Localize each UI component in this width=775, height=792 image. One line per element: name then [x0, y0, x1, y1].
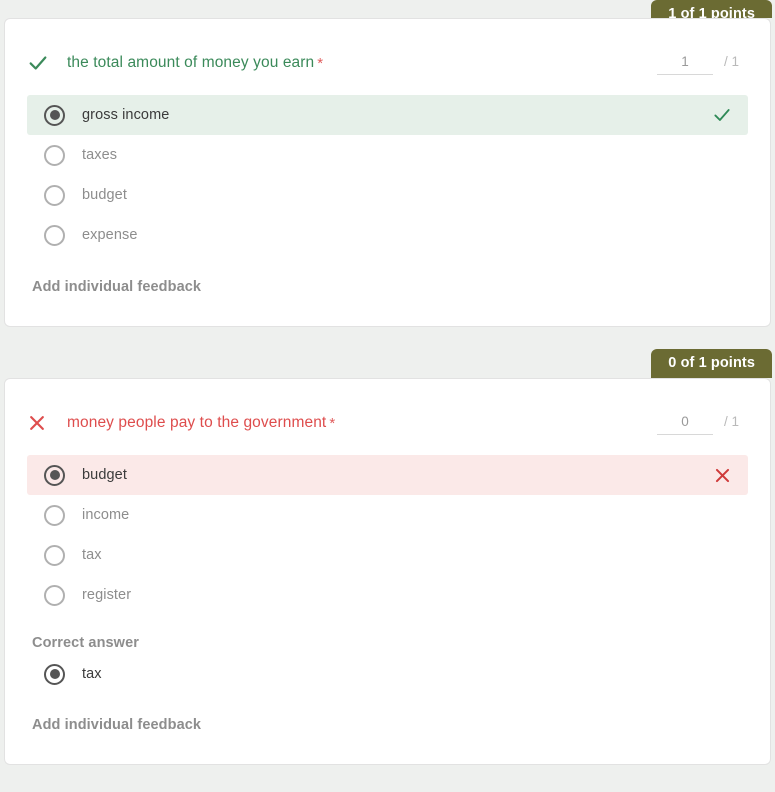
radio-button: [44, 663, 65, 685]
question-block-1: 1 of 1 points the total amount of money …: [0, 0, 775, 327]
option-row[interactable]: tax: [27, 535, 748, 575]
question-card-1: the total amount of money you earn * / 1…: [4, 18, 771, 327]
radio-button[interactable]: [44, 184, 65, 206]
option-label: expense: [82, 227, 138, 243]
points-badge-row-2: 0 of 1 points: [0, 345, 775, 378]
grading-page: 1 of 1 points the total amount of money …: [0, 0, 775, 792]
required-asterisk: *: [317, 54, 324, 72]
card-bottom-spacer: [27, 296, 748, 326]
options-list-1: gross income taxes budget expense: [27, 89, 748, 255]
card-bottom-spacer: [27, 734, 748, 764]
option-label: register: [82, 587, 132, 603]
option-row[interactable]: gross income: [27, 95, 748, 135]
option-label: tax: [82, 547, 102, 563]
check-icon: [27, 52, 53, 74]
question-block-2: 0 of 1 points money people pay to the go…: [0, 345, 775, 765]
option-label: gross income: [82, 107, 170, 123]
option-row[interactable]: taxes: [27, 135, 748, 175]
score-area-1: / 1: [656, 51, 748, 75]
question-text: money people pay to the government: [67, 414, 327, 431]
score-total: / 1: [723, 53, 739, 69]
score-area-2: / 1: [656, 411, 748, 435]
option-label: budget: [82, 187, 127, 203]
radio-button[interactable]: [44, 144, 65, 166]
option-label: income: [82, 507, 130, 523]
radio-button[interactable]: [44, 504, 65, 526]
option-row[interactable]: expense: [27, 215, 748, 255]
points-badge: 0 of 1 points: [651, 348, 772, 378]
correct-answer-section: Correct answer tax: [27, 615, 748, 693]
required-asterisk: *: [329, 414, 336, 432]
score-input[interactable]: [656, 51, 713, 75]
question-card-2: money people pay to the government * / 1…: [4, 378, 771, 765]
radio-button[interactable]: [44, 544, 65, 566]
option-row[interactable]: income: [27, 495, 748, 535]
correct-answer-label: tax: [82, 666, 102, 682]
option-label: budget: [82, 467, 127, 483]
add-individual-feedback-link[interactable]: Add individual feedback: [27, 693, 201, 733]
score-input[interactable]: [656, 411, 713, 435]
score-total: / 1: [723, 413, 739, 429]
question-header-2: money people pay to the government * / 1: [27, 379, 748, 449]
option-label: taxes: [82, 147, 118, 163]
radio-button[interactable]: [44, 224, 65, 246]
correct-answer-row: tax: [27, 655, 748, 693]
row-check-icon: [712, 105, 734, 125]
radio-button[interactable]: [44, 104, 65, 126]
points-badge: 1 of 1 points: [651, 0, 772, 18]
correct-answer-heading: Correct answer: [32, 635, 139, 651]
add-individual-feedback-link[interactable]: Add individual feedback: [27, 255, 201, 295]
option-row[interactable]: register: [27, 575, 748, 615]
options-list-2: budget income tax register: [27, 449, 748, 615]
radio-button[interactable]: [44, 584, 65, 606]
option-row[interactable]: budget: [27, 455, 748, 495]
question-header-1: the total amount of money you earn * / 1: [27, 19, 748, 89]
cross-icon: [27, 413, 53, 433]
question-text: the total amount of money you earn: [67, 54, 315, 71]
option-row[interactable]: budget: [27, 175, 748, 215]
points-badge-row-1: 1 of 1 points: [0, 0, 775, 18]
row-cross-icon: [713, 466, 734, 485]
radio-button[interactable]: [44, 464, 65, 486]
